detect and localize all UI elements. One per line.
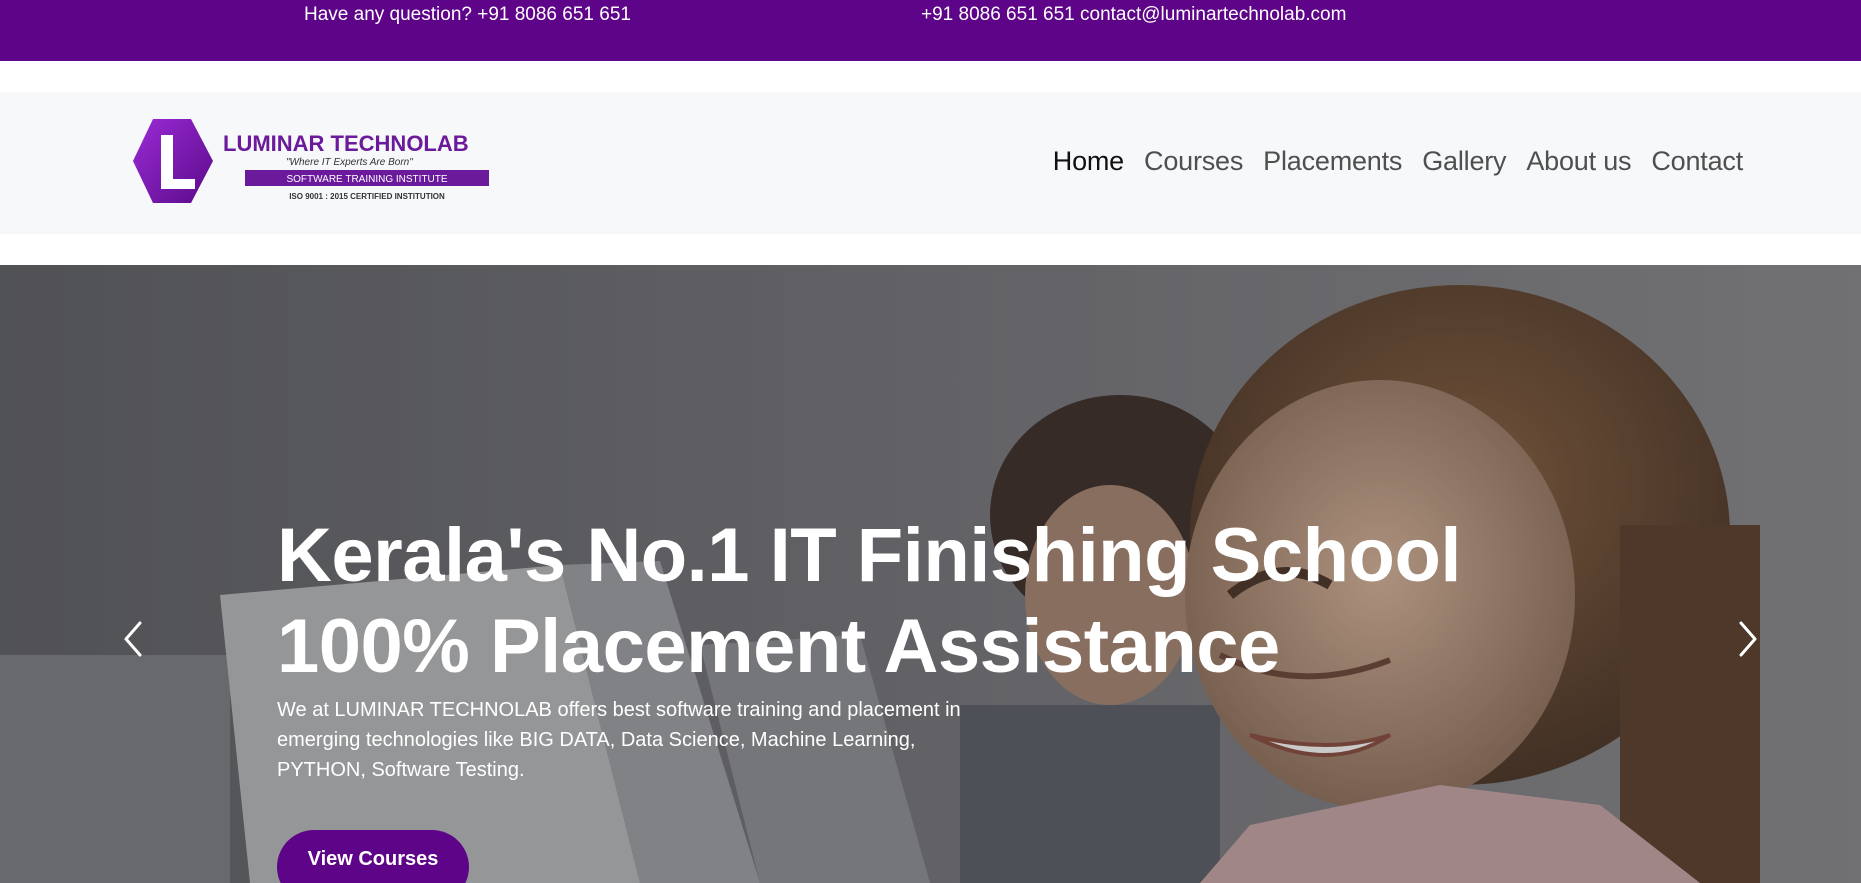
hero-description: We at LUMINAR TECHNOLAB offers best soft… <box>277 699 961 781</box>
top-info-bar: Have any question? +91 8086 651 651 +91 … <box>0 0 1861 61</box>
chevron-right-icon[interactable] <box>1733 617 1763 661</box>
hero-headline-line1: Kerala's No.1 IT Finishing School <box>277 513 1462 598</box>
nav-courses[interactable]: Courses <box>1144 146 1243 177</box>
main-navbar: LUMINAR TECHNOLAB "Where IT Experts Are … <box>0 92 1861 234</box>
question-phone-text[interactable]: Have any question? +91 8086 651 651 <box>304 4 631 26</box>
nav-about-us[interactable]: About us <box>1526 146 1631 177</box>
hero-headline: Kerala's No.1 IT Finishing School 100% P… <box>277 510 1462 692</box>
site-logo[interactable]: LUMINAR TECHNOLAB "Where IT Experts Are … <box>131 115 521 209</box>
view-courses-button[interactable]: View Courses <box>277 830 469 883</box>
nav-home[interactable]: Home <box>1053 146 1124 177</box>
chevron-left-icon[interactable] <box>118 617 148 661</box>
nav-gallery[interactable]: Gallery <box>1422 146 1506 177</box>
svg-text:SOFTWARE TRAINING INSTITUTE: SOFTWARE TRAINING INSTITUTE <box>286 174 447 185</box>
contact-info-text[interactable]: +91 8086 651 651 contact@luminartechnola… <box>921 4 1346 26</box>
luminar-logo-icon: LUMINAR TECHNOLAB "Where IT Experts Are … <box>133 119 489 203</box>
nav-contact[interactable]: Contact <box>1651 146 1743 177</box>
svg-text:LUMINAR TECHNOLAB: LUMINAR TECHNOLAB <box>223 131 469 156</box>
primary-nav: Home Courses Placements Gallery About us… <box>1033 146 1743 177</box>
svg-text:"Where IT Experts Are Born": "Where IT Experts Are Born" <box>286 157 413 168</box>
hero-carousel: Kerala's No.1 IT Finishing School 100% P… <box>0 265 1861 883</box>
svg-text:ISO 9001 : 2015 CERTIFIED INST: ISO 9001 : 2015 CERTIFIED INSTITUTION <box>289 192 445 201</box>
nav-placements[interactable]: Placements <box>1263 146 1402 177</box>
hero-headline-line2: 100% Placement Assistance <box>277 604 1280 689</box>
